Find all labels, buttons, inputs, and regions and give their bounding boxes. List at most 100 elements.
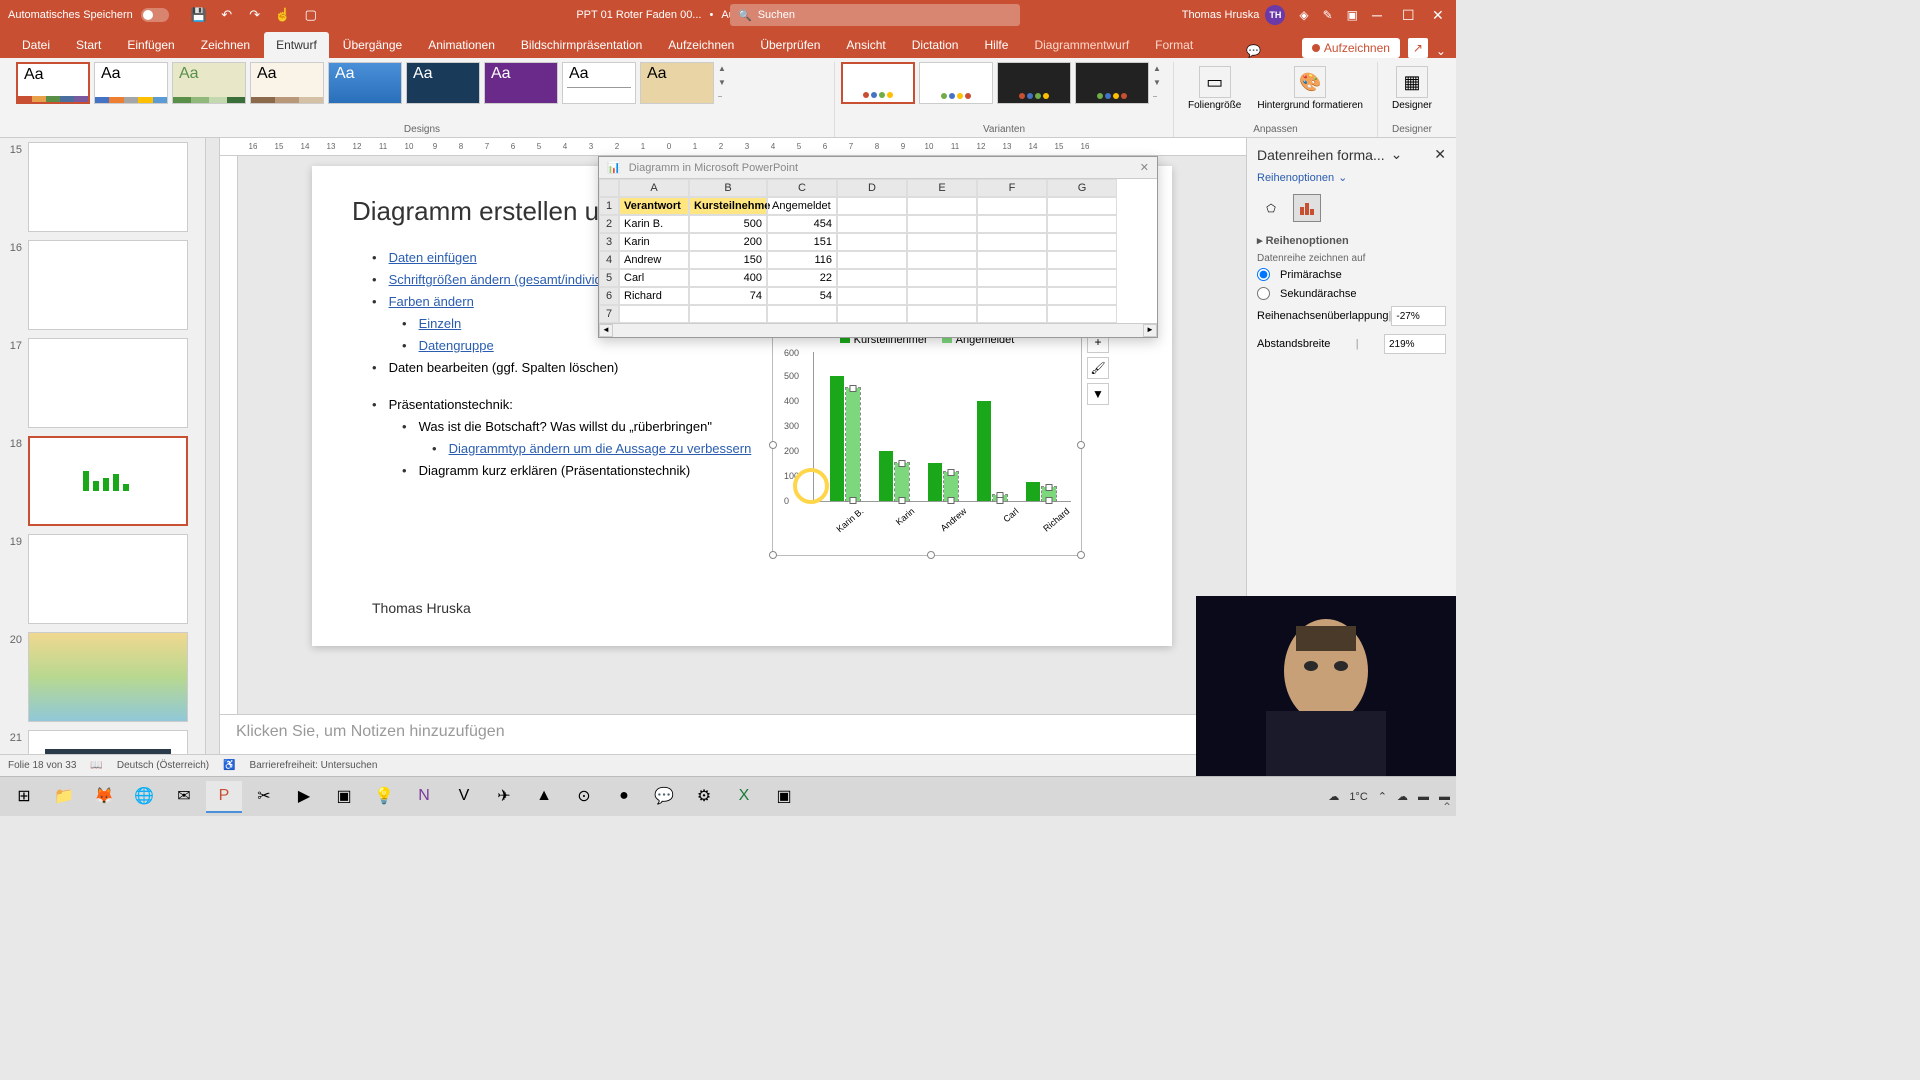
data-sheet-window[interactable]: 📊 Diagramm in Microsoft PowerPoint ✕ A B… [598, 156, 1158, 338]
variant-more-icon[interactable]: ⎯ [1153, 92, 1167, 102]
tab-start[interactable]: Start [64, 32, 113, 58]
tab-ansicht[interactable]: Ansicht [834, 32, 897, 58]
bullet-5a[interactable]: Was ist die Botschaft? Was willst du „rü… [419, 419, 712, 434]
bullet-1[interactable]: Daten einfügen [389, 250, 477, 265]
background-format-button[interactable]: 🎨Hintergrund formatieren [1249, 62, 1371, 115]
search-input[interactable]: 🔍 Suchen [730, 4, 1020, 26]
close-icon[interactable]: ✕ [1432, 7, 1448, 24]
secondary-axis-radio[interactable]: Sekundärachse [1257, 287, 1446, 300]
scroll-right-icon[interactable]: ► [1143, 324, 1157, 337]
bar-s2-5[interactable] [1042, 487, 1056, 501]
bar-s2-1[interactable] [846, 388, 860, 501]
variant-down-icon[interactable]: ▼ [1153, 78, 1167, 87]
slide-panel[interactable]: 15 16 17 18 19 20 21 22 23 [0, 138, 220, 754]
powerpoint-icon[interactable]: P [206, 781, 242, 813]
ruler-vertical[interactable] [220, 156, 238, 714]
slide-panel-scrollbar[interactable] [205, 138, 219, 754]
bullet-5b[interactable]: Diagramm kurz erklären (Präsentationstec… [419, 463, 691, 478]
onedrive-icon[interactable]: ☁ [1397, 790, 1408, 803]
chrome-icon[interactable]: 🌐 [126, 781, 162, 813]
bar-s2-3[interactable] [944, 472, 958, 501]
resize-handle[interactable] [927, 551, 935, 559]
tab-zeichnen[interactable]: Zeichnen [189, 32, 262, 58]
tray-chevron-icon[interactable]: ⌃ [1378, 790, 1387, 803]
telegram-icon[interactable]: ✈ [486, 781, 522, 813]
ribbon-collapse-icon[interactable]: ⌃ [1442, 800, 1452, 814]
slide-size-button[interactable]: ▭Foliengröße [1180, 62, 1249, 115]
variant-2[interactable] [919, 62, 993, 104]
slide-thumb-15[interactable] [28, 142, 188, 232]
bar-s2-4[interactable] [993, 495, 1007, 501]
bar-s1-5[interactable] [1026, 482, 1040, 501]
theme-1[interactable]: Aa [16, 62, 90, 104]
bullet-2[interactable]: Schriftgrößen ändern (gesamt/individuell… [389, 272, 627, 287]
variant-up-icon[interactable]: ▲ [1153, 64, 1167, 73]
chart-object[interactable]: Kursteilnehmer Angemeldet 0 100 200 300 … [772, 326, 1082, 556]
record-button[interactable]: Aufzeichnen [1302, 38, 1400, 58]
gallery-more-icon[interactable]: ⎯ [718, 92, 732, 102]
theme-3[interactable]: Aa [172, 62, 246, 104]
theme-5[interactable]: Aa [328, 62, 402, 104]
excel-icon[interactable]: X [726, 781, 762, 813]
primary-axis-radio[interactable]: Primärachse [1257, 268, 1446, 281]
variant-3[interactable] [997, 62, 1071, 104]
redo-icon[interactable]: ↷ [247, 7, 263, 23]
data-sheet-scrollbar[interactable]: ◄ ► [599, 323, 1157, 337]
slide-thumb-20[interactable] [28, 632, 188, 722]
bar-s1-1[interactable] [830, 376, 844, 501]
slide-thumb-18[interactable] [28, 436, 188, 526]
chart-plot-area[interactable]: 0 100 200 300 400 500 600 [813, 352, 1071, 502]
toggle-switch-icon[interactable] [141, 8, 169, 22]
data-grid[interactable]: A B C D E F G 1 Verantwort Kursteilnehme… [599, 179, 1157, 323]
autosave-toggle[interactable]: Automatisches Speichern [8, 8, 169, 22]
chevron-down-icon[interactable]: ⌄ [1338, 171, 1347, 184]
temperature[interactable]: 1°C [1349, 791, 1367, 803]
undo-icon[interactable]: ↶ [219, 7, 235, 23]
snipping-icon[interactable]: ✂ [246, 781, 282, 813]
chevron-down-icon[interactable]: ⌄ [1436, 44, 1446, 58]
theme-7[interactable]: Aa [484, 62, 558, 104]
save-icon[interactable]: 💾 [191, 7, 207, 23]
app-icon[interactable]: ⊙ [566, 781, 602, 813]
accessibility-icon[interactable]: ♿ [223, 760, 235, 771]
tab-diagrammentwurf[interactable]: Diagrammentwurf [1022, 32, 1141, 58]
minimize-icon[interactable]: ─ [1372, 7, 1388, 23]
vlc-icon[interactable]: ▶ [286, 781, 322, 813]
series-options-tab-icon[interactable] [1293, 194, 1321, 222]
tab-dictation[interactable]: Dictation [900, 32, 971, 58]
themes-gallery[interactable]: Aa Aa Aa Aa Aa Aa Aa Aa Aa ▲▼⎯ [16, 62, 828, 104]
variants-gallery[interactable]: ▲ ▼ ⎯ [841, 62, 1167, 104]
tab-datei[interactable]: Datei [10, 32, 62, 58]
comments-icon[interactable]: 💬 [1246, 44, 1261, 58]
resize-handle[interactable] [1077, 441, 1085, 449]
language-status[interactable]: Deutsch (Österreich) [117, 760, 209, 771]
discord-icon[interactable]: 💬 [646, 781, 682, 813]
slide-counter[interactable]: Folie 18 von 33 [8, 760, 76, 771]
fill-outline-tab-icon[interactable]: ⬠ [1257, 194, 1285, 222]
scroll-left-icon[interactable]: ◄ [599, 324, 613, 337]
format-pane-close-icon[interactable]: ✕ [1434, 146, 1446, 163]
pen-icon[interactable]: ✎ [1323, 8, 1333, 22]
overlap-input[interactable]: -27% [1391, 306, 1446, 326]
app-icon[interactable]: ▣ [326, 781, 362, 813]
theme-6[interactable]: Aa [406, 62, 480, 104]
chevron-down-icon[interactable]: ⌄ [1391, 146, 1403, 163]
tab-aufzeichnen[interactable]: Aufzeichnen [656, 32, 746, 58]
notes-pane[interactable]: Klicken Sie, um Notizen hinzuzufügen [220, 714, 1246, 754]
resize-handle[interactable] [769, 551, 777, 559]
spell-icon[interactable]: 📖 [90, 760, 102, 771]
bullet-5a1[interactable]: Diagrammtyp ändern um die Aussage zu ver… [449, 441, 752, 456]
theme-4[interactable]: Aa [250, 62, 324, 104]
app-icon[interactable]: ▣ [766, 781, 802, 813]
maximize-icon[interactable]: ☐ [1402, 7, 1418, 24]
user-account[interactable]: Thomas Hruska TH [1182, 5, 1286, 25]
outlook-icon[interactable]: ✉ [166, 781, 202, 813]
app-icon[interactable]: 💡 [366, 781, 402, 813]
onenote-icon[interactable]: N [406, 781, 442, 813]
share-icon[interactable]: ↗ [1408, 38, 1428, 58]
window-icon[interactable]: ▣ [1347, 8, 1358, 22]
app-icon[interactable]: ▲ [526, 781, 562, 813]
slide-thumb-16[interactable] [28, 240, 188, 330]
from-beginning-icon[interactable]: ▢ [303, 7, 319, 23]
author-name[interactable]: Thomas Hruska [372, 600, 471, 616]
